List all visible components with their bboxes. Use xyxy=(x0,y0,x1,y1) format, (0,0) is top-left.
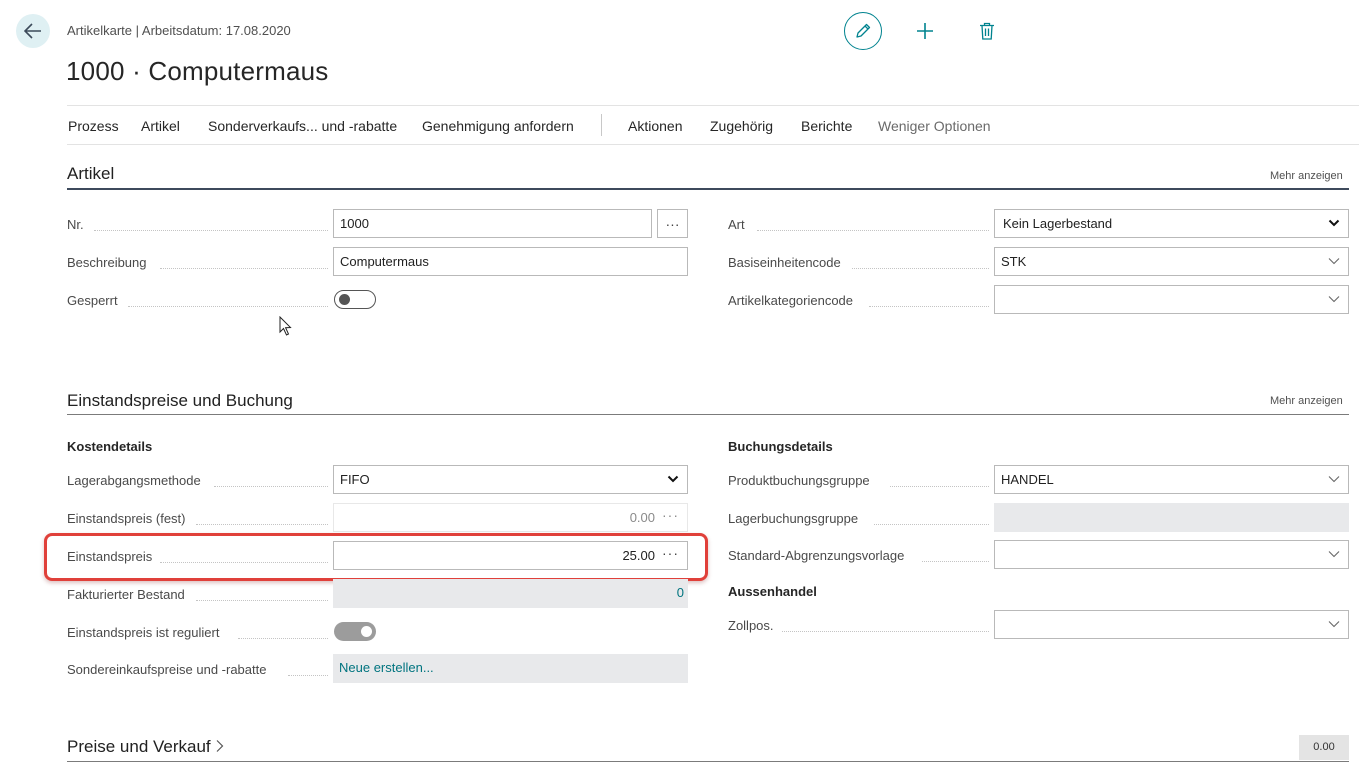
label-leader xyxy=(782,631,989,632)
toggle-knob xyxy=(361,626,372,637)
action-bar: Prozess Artikel Sonderverkaufs... und -r… xyxy=(67,105,1359,145)
label-leader xyxy=(196,524,328,525)
section-divider xyxy=(67,188,1349,190)
label-lagerbuchungsgruppe: Lagerbuchungsgruppe xyxy=(728,511,859,526)
label-einstandspreis-fest: Einstandspreis (fest) xyxy=(67,511,186,526)
einstandspreis-fest-value: 0.00 xyxy=(629,510,655,525)
fakturierter-bestand-field[interactable]: 0 xyxy=(333,579,688,608)
subhead-kostendetails: Kostendetails xyxy=(67,439,153,454)
label-fakturierter-bestand: Fakturierter Bestand xyxy=(67,587,185,602)
label-leader xyxy=(288,675,328,676)
toggle-knob xyxy=(339,294,350,305)
label-leader xyxy=(757,230,989,231)
label-leader xyxy=(238,638,328,639)
action-weniger-optionen[interactable]: Weniger Optionen xyxy=(878,118,991,134)
label-leader xyxy=(128,306,328,307)
chevron-down-icon[interactable] xyxy=(1328,255,1340,267)
neue-erstellen-link[interactable]: Neue erstellen... xyxy=(339,660,434,675)
label-leader xyxy=(922,561,989,562)
page-title: 1000 · Computermaus xyxy=(66,56,329,86)
chevron-down-icon[interactable] xyxy=(1328,293,1340,305)
label-leader xyxy=(214,486,328,487)
mehr-anzeigen-link[interactable]: Mehr anzeigen xyxy=(1270,170,1343,182)
basiseinheit-value: STK xyxy=(1001,254,1027,269)
trash-icon xyxy=(980,22,994,40)
label-kategorie: Artikelkategoriencode xyxy=(728,293,854,308)
action-aktionen[interactable]: Aktionen xyxy=(628,118,682,134)
label-leader xyxy=(94,230,328,231)
chevron-right-icon xyxy=(216,740,224,752)
section-title-preise-label: Preise und Verkauf xyxy=(67,737,211,756)
nr-field[interactable]: 1000 xyxy=(333,209,652,238)
label-basiseinheit: Basiseinheitencode xyxy=(728,255,841,270)
label-lagerabgang: Lagerabgangsmethode xyxy=(67,473,201,488)
plus-icon xyxy=(917,23,933,39)
new-button[interactable] xyxy=(912,18,938,44)
arrow-left-icon xyxy=(24,23,41,39)
section-divider xyxy=(67,761,1349,762)
einstandspreis-fest-field[interactable]: 0.00 ··· xyxy=(333,503,688,532)
label-leader xyxy=(890,486,989,487)
action-prozess[interactable]: Prozess xyxy=(68,118,119,134)
chevron-down-icon[interactable] xyxy=(1328,473,1340,485)
chevron-down-icon xyxy=(1328,219,1340,227)
summary-badge: 0.00 xyxy=(1299,735,1349,760)
lagerabgang-select[interactable]: FIFO xyxy=(333,465,688,494)
chevron-down-icon xyxy=(667,475,679,483)
section-title-artikel[interactable]: Artikel xyxy=(67,164,114,184)
pencil-icon xyxy=(856,23,871,38)
highlight-annotation xyxy=(44,533,708,581)
label-standard-abgrenzung: Standard-Abgrenzungsvorlage xyxy=(728,548,905,563)
subhead-aussenhandel: Aussenhandel xyxy=(728,584,817,599)
label-leader xyxy=(874,524,989,525)
label-leader xyxy=(869,306,989,307)
reguliert-toggle[interactable] xyxy=(334,622,376,641)
action-separator xyxy=(601,114,602,136)
label-sondereinkauf: Sondereinkaufspreise und -rabatte xyxy=(67,662,267,677)
action-sonderverkauf[interactable]: Sonderverkaufs... und -rabatte xyxy=(208,118,397,134)
beschreibung-field[interactable]: Computermaus xyxy=(333,247,688,276)
basiseinheit-field[interactable]: STK xyxy=(994,247,1349,276)
chevron-down-icon[interactable] xyxy=(1328,618,1340,630)
standard-abgrenzung-field[interactable] xyxy=(994,540,1349,569)
chevron-down-icon[interactable] xyxy=(1328,548,1340,560)
produktbuchungsgruppe-field[interactable]: HANDEL xyxy=(994,465,1349,494)
action-genehmigung[interactable]: Genehmigung anfordern xyxy=(422,118,574,134)
label-produktbuchungsgruppe: Produktbuchungsgruppe xyxy=(728,473,870,488)
label-leader xyxy=(160,268,328,269)
label-reguliert: Einstandspreis ist reguliert xyxy=(67,625,220,640)
label-art: Art xyxy=(728,217,745,232)
section-divider xyxy=(67,414,1349,415)
label-beschreibung: Beschreibung xyxy=(67,255,147,270)
section-title-einstand[interactable]: Einstandspreise und Buchung xyxy=(67,391,293,411)
produktbuchungsgruppe-value: HANDEL xyxy=(1001,472,1054,487)
action-artikel[interactable]: Artikel xyxy=(141,118,180,134)
assist-ellipsis-icon[interactable]: ··· xyxy=(662,507,679,523)
action-zugehoerig[interactable]: Zugehörig xyxy=(710,118,773,134)
lagerbuchungsgruppe-field[interactable] xyxy=(994,503,1349,532)
gesperrt-toggle[interactable] xyxy=(334,290,376,309)
fakturierter-bestand-value[interactable]: 0 xyxy=(677,585,684,600)
mehr-anzeigen-link[interactable]: Mehr anzeigen xyxy=(1270,395,1343,407)
action-berichte[interactable]: Berichte xyxy=(801,118,852,134)
label-leader xyxy=(852,268,989,269)
back-button[interactable] xyxy=(16,14,50,48)
breadcrumb: Artikelkarte | Arbeitsdatum: 17.08.2020 xyxy=(67,23,291,38)
mouse-cursor-icon xyxy=(279,316,292,336)
zollpos-field[interactable] xyxy=(994,610,1349,639)
label-nr: Nr. xyxy=(67,217,84,232)
label-leader xyxy=(196,600,328,601)
subhead-buchungsdetails: Buchungsdetails xyxy=(728,439,833,454)
art-select[interactable]: Kein Lagerbestand xyxy=(994,209,1349,238)
art-value: Kein Lagerbestand xyxy=(1003,216,1113,231)
sondereinkauf-field[interactable]: Neue erstellen... xyxy=(333,654,688,683)
delete-button[interactable] xyxy=(975,18,999,44)
label-gesperrt: Gesperrt xyxy=(67,293,118,308)
lagerabgang-value: FIFO xyxy=(340,472,370,487)
kategorie-field[interactable] xyxy=(994,285,1349,314)
label-zollpos: Zollpos. xyxy=(728,618,774,633)
section-title-preise[interactable]: Preise und Verkauf xyxy=(67,737,225,757)
nr-assist-button[interactable]: ··· xyxy=(657,209,688,238)
edit-button[interactable] xyxy=(844,12,882,50)
